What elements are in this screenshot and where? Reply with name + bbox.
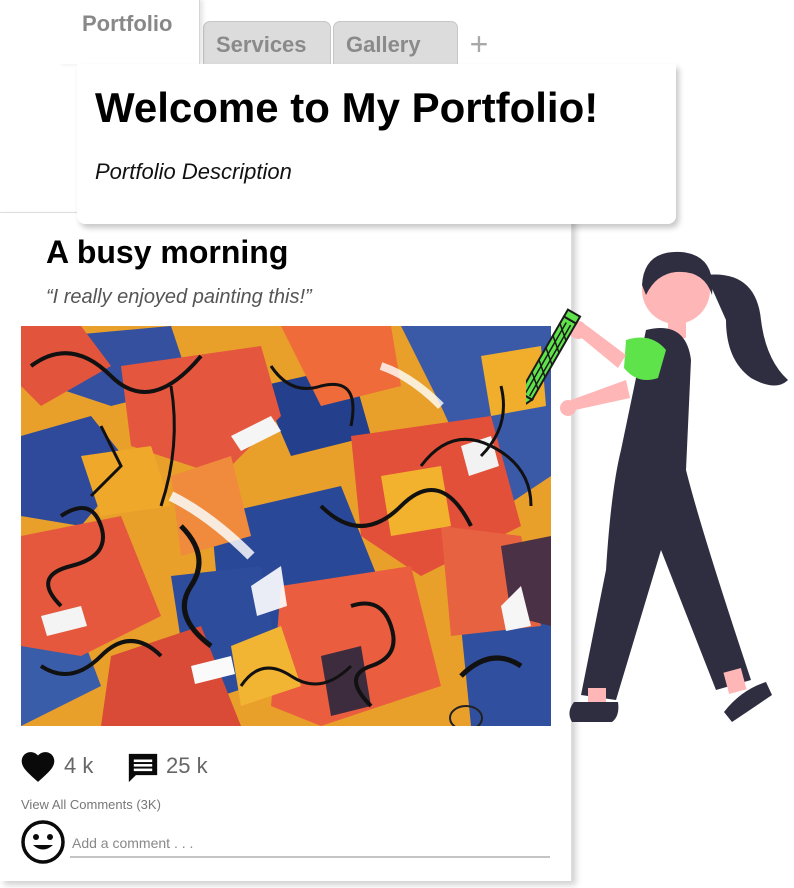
tab-gallery[interactable]: Gallery <box>333 21 458 64</box>
painting-image <box>21 326 551 726</box>
post-caption: “I really enjoyed painting this!” <box>46 286 312 308</box>
heart-icon[interactable] <box>21 751 55 783</box>
post-title: A busy morning <box>46 234 289 270</box>
page-title: Welcome to My Portfolio! <box>95 84 599 131</box>
comment-count: 25 k <box>166 753 208 778</box>
woman-with-pencil-illustration <box>526 251 788 722</box>
post-card: A busy morning “I really enjoyed paintin… <box>0 212 572 881</box>
smiley-face-icon <box>21 820 65 864</box>
header-card: Welcome to My Portfolio! Portfolio Descr… <box>77 64 676 224</box>
view-all-comments-link[interactable]: View All Comments (3K) <box>21 797 161 812</box>
add-tab-button[interactable]: + <box>465 26 493 62</box>
tab-services[interactable]: Services <box>203 21 331 64</box>
page-description: Portfolio Description <box>95 159 292 184</box>
like-count: 4 k <box>64 753 94 778</box>
tab-portfolio[interactable]: Portfolio <box>58 0 200 64</box>
comment-icon[interactable] <box>126 751 160 785</box>
comment-input[interactable] <box>70 830 550 858</box>
